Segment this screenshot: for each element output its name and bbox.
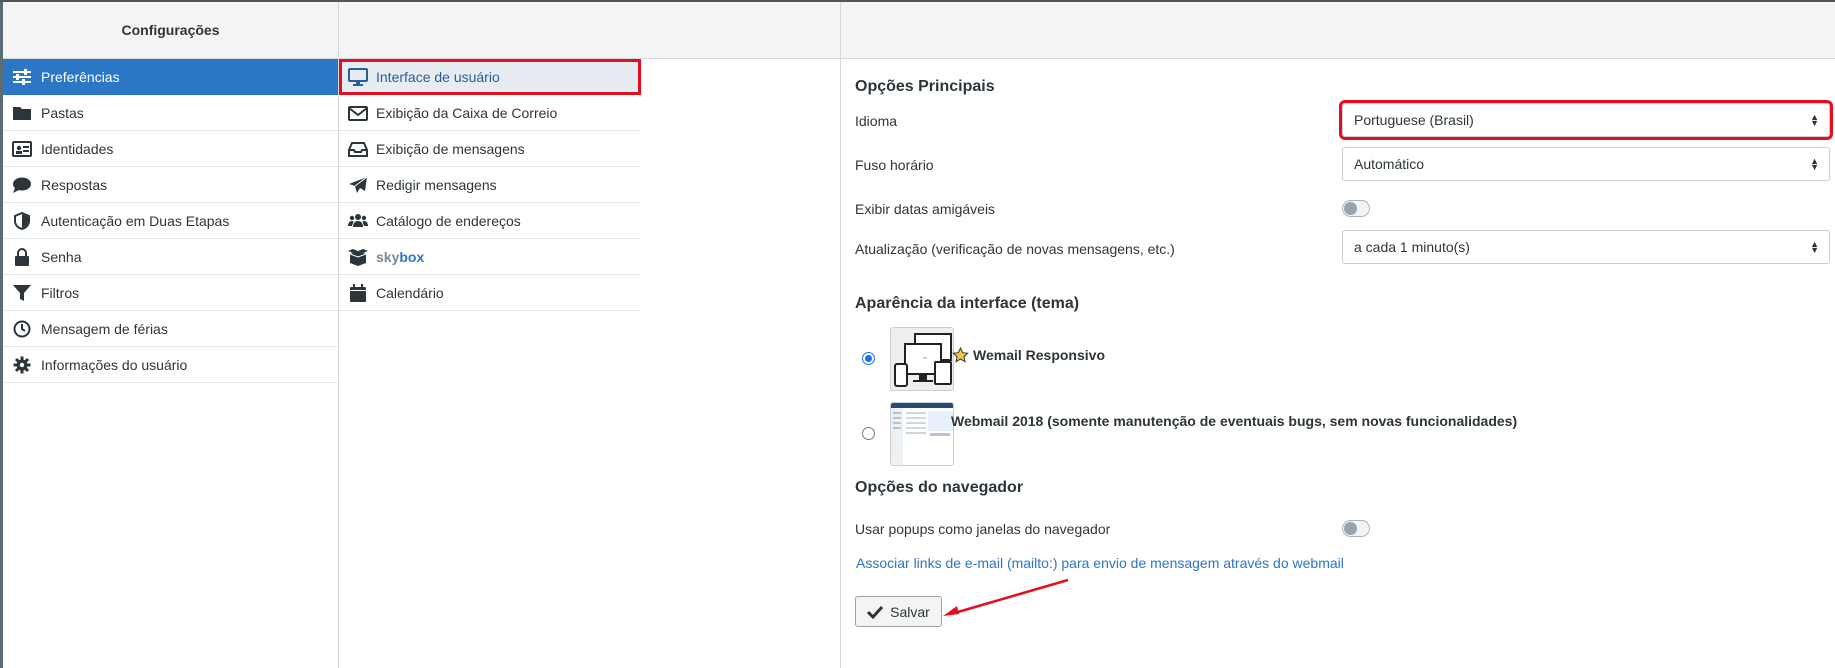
- main-options-title: Opções Principais: [855, 78, 995, 95]
- preferences-header: [841, 2, 1835, 59]
- friendly-dates-toggle[interactable]: [1342, 200, 1370, 217]
- subsection-label: Exibição da Caixa de Correio: [376, 104, 558, 121]
- section-identidades[interactable]: Identidades: [3, 131, 338, 167]
- webmail-preview-icon: [891, 403, 953, 465]
- section-pastas[interactable]: Pastas: [3, 95, 338, 131]
- subsection-label: Interface de usuário: [376, 68, 500, 85]
- refresh-select[interactable]: a cada 1 minuto(s) ▲ ▼: [1342, 230, 1830, 264]
- mailto-link[interactable]: Associar links de e-mail (mailto:) para …: [856, 555, 1344, 571]
- section-label: Filtros: [41, 284, 80, 301]
- section-label: Senha: [41, 248, 82, 265]
- subsections-header: [339, 2, 840, 59]
- subsection-interface[interactable]: Interface de usuário: [339, 59, 641, 95]
- monitor-icon: [348, 67, 368, 86]
- theme-title: Aparência da interface (tema): [855, 295, 1080, 312]
- sections-list: Preferências Pastas Identidades Resposta…: [3, 59, 338, 383]
- section-respostas[interactable]: Respostas: [3, 167, 338, 203]
- subsection-mensagens[interactable]: Exibição de mensagens: [339, 131, 641, 167]
- skybox-logo: skybox: [376, 248, 425, 265]
- theme-thumb-webmail2018: [890, 402, 954, 466]
- theme-name-responsivo: Wemail Responsivo: [952, 347, 1105, 363]
- section-autenticacao[interactable]: Autenticação em Duas Etapas: [3, 203, 338, 239]
- users-icon: [348, 213, 368, 227]
- updown-caret-icon: ▲ ▼: [1810, 112, 1819, 128]
- section-label: Identidades: [41, 140, 114, 157]
- subsection-label: Catálogo de endereços: [376, 212, 521, 229]
- folder-icon: [13, 106, 31, 120]
- section-filtros[interactable]: Filtros: [3, 275, 338, 311]
- comment-icon: [13, 177, 31, 193]
- language-label: Idioma: [855, 113, 898, 129]
- theme-radio-responsivo[interactable]: [862, 352, 875, 365]
- subsections-list: Interface de usuário Exibição da Caixa d…: [339, 59, 641, 311]
- box-icon: [348, 248, 368, 266]
- timezone-label: Fuso horário: [855, 157, 934, 173]
- subsection-calendario[interactable]: Calendário: [339, 275, 641, 311]
- sliders-icon: [13, 68, 31, 85]
- updown-caret-icon: ▲ ▼: [1810, 156, 1819, 172]
- section-senha[interactable]: Senha: [3, 239, 338, 275]
- browser-options-title: Opções do navegador: [855, 479, 1024, 496]
- check-icon: [867, 605, 884, 619]
- timezone-select[interactable]: Automático ▲ ▼: [1342, 147, 1830, 181]
- section-label: Autenticação em Duas Etapas: [41, 212, 230, 229]
- section-informacoes[interactable]: Informações do usuário: [3, 347, 338, 383]
- subsection-redigir[interactable]: Redigir mensagens: [339, 167, 641, 203]
- filter-icon: [13, 284, 31, 301]
- section-label: Respostas: [41, 176, 108, 193]
- inbox-icon: [348, 141, 368, 157]
- lock-icon: [15, 247, 29, 266]
- subsection-caixa-correio[interactable]: Exibição da Caixa de Correio: [339, 95, 641, 131]
- theme-name-webmail2018: Webmail 2018 (somente manutenção de even…: [951, 413, 1518, 429]
- id-card-icon: [12, 140, 32, 157]
- section-preferencias[interactable]: Preferências: [3, 59, 338, 95]
- preferences-panel: Opções Principais Idioma Portuguese (Bra…: [841, 2, 1835, 668]
- subsection-catalogo[interactable]: Catálogo de endereços: [339, 203, 641, 239]
- annotation-arrow: [943, 578, 1069, 616]
- theme-thumb-responsivo: [890, 327, 954, 391]
- updown-caret-icon: ▲ ▼: [1810, 239, 1819, 255]
- clock-icon: [13, 320, 31, 337]
- popups-label: Usar popups como janelas do navegador: [855, 521, 1111, 537]
- refresh-value: a cada 1 minuto(s): [1354, 239, 1470, 255]
- settings-sections-panel: Configurações Preferências Pastas Identi…: [3, 2, 339, 668]
- refresh-label: Atualização (verificação de novas mensag…: [855, 241, 1175, 257]
- section-label: Informações do usuário: [41, 356, 188, 373]
- language-value: Portuguese (Brasil): [1354, 112, 1474, 128]
- language-select[interactable]: Portuguese (Brasil) ▲ ▼: [1339, 100, 1833, 140]
- subsection-label: Redigir mensagens: [376, 176, 497, 193]
- subsection-label: Calendário: [376, 284, 444, 301]
- subsections-panel: Interface de usuário Exibição da Caixa d…: [339, 2, 841, 668]
- section-ferias[interactable]: Mensagem de férias: [3, 311, 338, 347]
- subsection-label: Exibição de mensagens: [376, 140, 525, 157]
- star-icon: [952, 347, 969, 363]
- timezone-value: Automático: [1354, 156, 1425, 172]
- envelope-icon: [348, 105, 368, 121]
- section-label: Pastas: [41, 104, 84, 121]
- theme-radio-webmail2018[interactable]: [862, 427, 875, 440]
- popups-toggle[interactable]: [1342, 520, 1370, 537]
- save-button[interactable]: Salvar: [855, 596, 942, 627]
- section-label: Preferências: [41, 68, 120, 85]
- calendar-icon: [350, 283, 366, 302]
- friendly-dates-label: Exibir datas amigáveis: [855, 201, 996, 217]
- devices-preview-icon: [894, 333, 952, 387]
- section-label: Mensagem de férias: [41, 320, 168, 337]
- paper-plane-icon: [349, 176, 368, 193]
- gear-icon: [13, 356, 31, 373]
- shield-icon: [14, 211, 30, 230]
- settings-title: Configurações: [3, 2, 338, 59]
- subsection-skybox[interactable]: skybox: [339, 239, 641, 275]
